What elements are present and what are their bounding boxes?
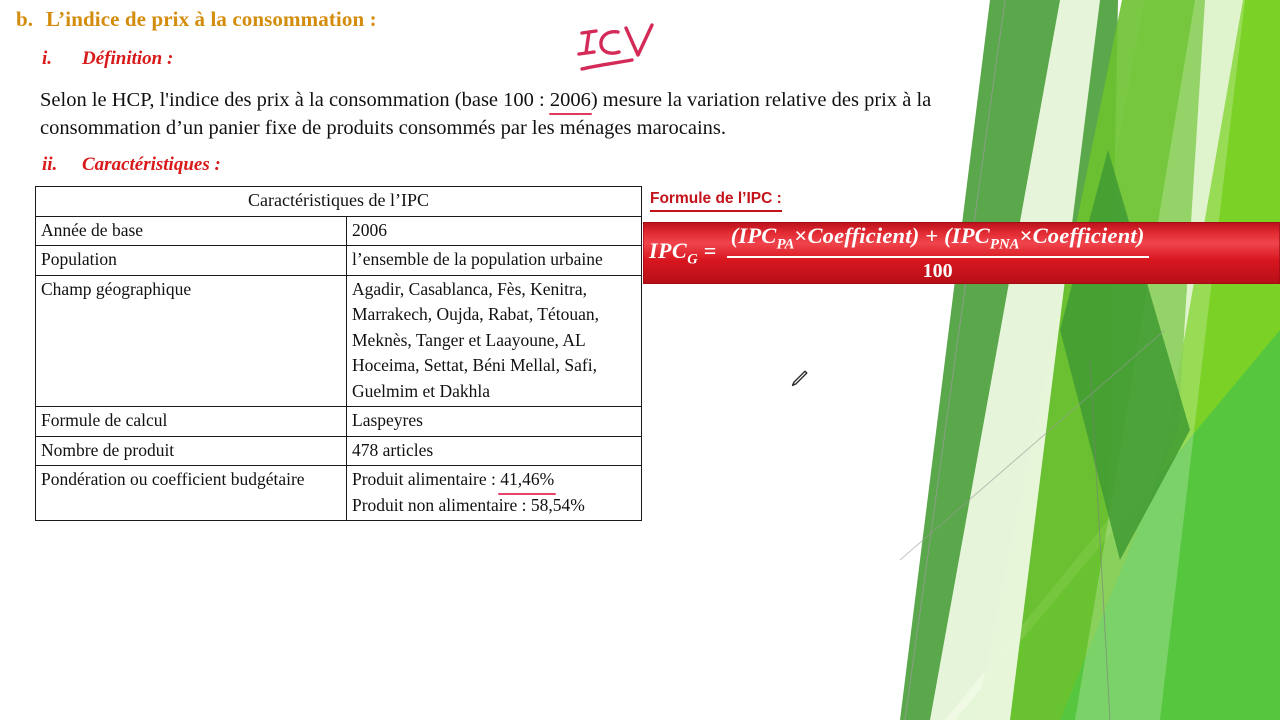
table-cell-value: Agadir, Casablanca, Fès, Kenitra, Marrak… bbox=[346, 274, 642, 407]
definition-highlighted-year: 2006 bbox=[548, 86, 592, 115]
num-close-1: ) + (IPC bbox=[911, 223, 990, 249]
table-caption-cell: Caractéristiques de l’IPC bbox=[35, 186, 642, 217]
table-cell-value: 2006 bbox=[346, 215, 642, 246]
definition-paragraph: Selon le HCP, l'indice des prix à la con… bbox=[40, 86, 984, 142]
pen-body bbox=[791, 370, 808, 387]
ponderation-line1-before: Produit alimentaire : bbox=[352, 469, 501, 489]
table-cell-label: Formule de calcul bbox=[35, 406, 347, 437]
num-subscript-pna: PNA bbox=[989, 236, 1020, 253]
table-row: Population l’ensemble de la population u… bbox=[35, 245, 642, 276]
page-title-marker: b. bbox=[16, 7, 34, 31]
table-row: Nombre de produit 478 articles bbox=[35, 435, 642, 466]
handwritten-icv-annotation bbox=[577, 23, 654, 71]
multiply-icon: × bbox=[794, 223, 808, 249]
definition-text-before: Selon le HCP, l'indice des prix à la con… bbox=[40, 89, 550, 111]
formula-lhs-main: IPC bbox=[649, 237, 688, 263]
table-cell-value-multiline: Produit alimentaire : 41,46% Produit non… bbox=[346, 465, 642, 521]
table-row: Année de base 2006 bbox=[35, 215, 642, 246]
table-cell-label: Population bbox=[35, 245, 347, 276]
num-subscript-pa: PA bbox=[776, 236, 795, 253]
section-numeral: ii. bbox=[42, 154, 58, 175]
formula-box: IPCG = (IPCPA×Coefficient) + (IPCPNA×Coe… bbox=[643, 222, 1280, 284]
table-cell-value: Laspeyres bbox=[346, 406, 642, 437]
section-heading-definition: i. Définition : bbox=[42, 48, 173, 70]
icv-letter-c bbox=[599, 30, 621, 55]
formula-numerator: (IPCPA×Coefficient) + (IPCPNA×Coefficien… bbox=[726, 223, 1149, 258]
section-title: Caractéristiques : bbox=[82, 154, 221, 175]
table-row: Pondération ou coefficient budgétaire Pr… bbox=[35, 465, 642, 521]
section-title: Définition : bbox=[82, 48, 174, 69]
caracteristiques-table: Caractéristiques de l’IPC Année de base … bbox=[35, 186, 642, 521]
section-numeral: i. bbox=[42, 48, 53, 69]
icv-letter-i bbox=[577, 29, 598, 56]
formula-title: Formule de l’IPC : bbox=[650, 190, 782, 212]
table-cell-label: Champ géographique bbox=[35, 274, 347, 407]
num-word-2: Coefficient bbox=[1032, 223, 1137, 249]
formula-left-hand-side: IPCG = bbox=[643, 238, 717, 268]
page-title: b. L’indice de prix à la consommation : bbox=[16, 7, 377, 32]
num-word-1: Coefficient bbox=[807, 223, 912, 249]
formula-lhs-subscript: G bbox=[687, 251, 698, 268]
ponderation-line1-highlighted: 41,46% bbox=[498, 467, 557, 494]
table-cell-label: Nombre de produit bbox=[35, 435, 347, 466]
num-open-1: (IPC bbox=[730, 223, 777, 249]
table-cell-value: l’ensemble de la population urbaine bbox=[346, 245, 642, 276]
formula-fraction: (IPCPA×Coefficient) + (IPCPNA×Coefficien… bbox=[726, 223, 1149, 282]
section-heading-caracteristiques: ii. Caractéristiques : bbox=[42, 154, 221, 176]
slide-canvas: b. L’indice de prix à la consommation : i… bbox=[0, 0, 1280, 720]
table-caption-row: Caractéristiques de l’IPC bbox=[35, 186, 642, 217]
table-cell-value: 478 articles bbox=[346, 435, 642, 466]
page-title-text: L’indice de prix à la consommation : bbox=[46, 7, 377, 31]
icv-letter-v bbox=[624, 23, 654, 57]
formula-equals: = bbox=[697, 237, 717, 263]
ponderation-line2: Produit non alimentaire : 58,54% bbox=[352, 494, 585, 515]
table-row: Champ géographique Agadir, Casablanca, F… bbox=[35, 274, 642, 407]
table-cell-label: Année de base bbox=[35, 215, 347, 246]
icv-underline bbox=[580, 58, 634, 71]
num-close-2: ) bbox=[1136, 223, 1145, 249]
table-row: Formule de calcul Laspeyres bbox=[35, 406, 642, 437]
pen-cursor-icon bbox=[791, 370, 808, 387]
formula-denominator: 100 bbox=[922, 259, 953, 282]
multiply-icon: × bbox=[1019, 223, 1033, 249]
table-cell-label: Pondération ou coefficient budgétaire bbox=[35, 465, 347, 521]
